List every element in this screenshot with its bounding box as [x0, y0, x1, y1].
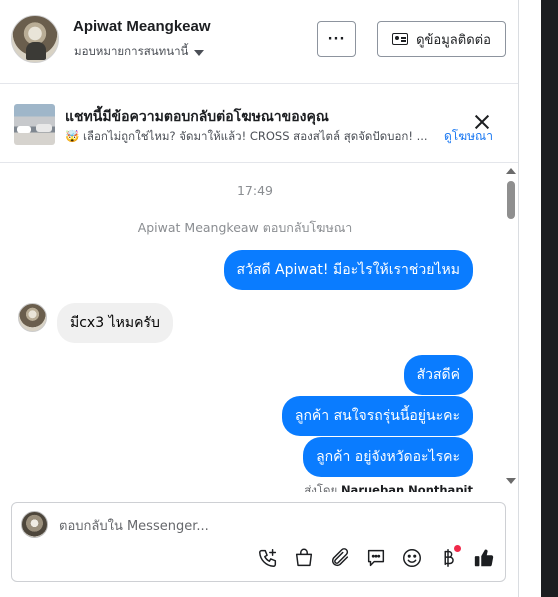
- assign-conversation-dropdown[interactable]: มอบหมายการสนทนานี้: [74, 43, 205, 61]
- more-options-button[interactable]: ···: [317, 21, 356, 57]
- reply-input[interactable]: [59, 516, 479, 536]
- notification-dot: [454, 545, 461, 552]
- avatar[interactable]: [11, 15, 59, 63]
- scroll-up-arrow-icon[interactable]: [506, 168, 516, 174]
- divider: [518, 0, 519, 597]
- background-edge: [541, 0, 558, 597]
- message-scrollbar[interactable]: [504, 168, 518, 490]
- ad-banner-title: แชทนี้มีข้อความตอบกลับต่อโฆษณาของคุณ: [65, 109, 329, 125]
- thumbs-up-icon[interactable]: [473, 547, 495, 569]
- avatar[interactable]: [18, 303, 47, 332]
- conversation-panel: Apiwat Meangkeaw มอบหมายการสนทนานี้ ··· …: [0, 0, 518, 597]
- sent-by-prefix: ส่งโดย: [304, 483, 338, 492]
- composer-toolbar: [257, 545, 495, 569]
- view-contact-button[interactable]: ดูข้อมูลติดต่อ: [377, 21, 506, 57]
- phone-plus-icon[interactable]: [257, 547, 279, 569]
- message-bubble-outgoing[interactable]: สัวสดีค่: [403, 355, 473, 395]
- baht-icon[interactable]: [437, 545, 461, 569]
- more-icon: ···: [327, 31, 346, 47]
- window-edge: [518, 0, 558, 597]
- sent-by-label: ส่งโดย Narueban Nonthapit: [304, 482, 473, 492]
- message-composer: [11, 502, 506, 582]
- message-list: 17:49 Apiwat Meangkeaw ตอบกลับโฆษณา สวัส…: [0, 164, 518, 492]
- ad-thumbnail[interactable]: [14, 104, 55, 145]
- message-bubble-outgoing[interactable]: สวัสดี Apiwat! มีอะไรให้เราช่วยไหม: [223, 250, 473, 290]
- caret-down-icon: [194, 49, 205, 56]
- view-ad-link[interactable]: ดูโฆษณา: [444, 127, 493, 146]
- sent-by-name: Narueban Nonthapit: [340, 483, 473, 492]
- paperclip-icon[interactable]: [329, 547, 351, 569]
- avatar: [21, 511, 48, 538]
- contact-card-icon: [392, 33, 409, 45]
- assign-label: มอบหมายการสนทนานี้: [74, 44, 189, 58]
- ad-banner-subtitle: 🤯 เลือกไม่ถูกใช่ไหม? จัดมาให้แล้ว! CROSS…: [65, 129, 428, 143]
- conversation-header: Apiwat Meangkeaw มอบหมายการสนทนานี้ ··· …: [0, 0, 518, 84]
- message-bubble-incoming[interactable]: มีcx3 ไหมครับ: [57, 303, 173, 343]
- message-bubble-outgoing[interactable]: ลูกค้า อยู่จังหวัดอะไรคะ: [303, 437, 473, 477]
- messenger-window: Apiwat Meangkeaw มอบหมายการสนทนานี้ ··· …: [0, 0, 558, 597]
- view-contact-label: ดูข้อมูลติดต่อ: [416, 32, 491, 48]
- smiley-icon[interactable]: [401, 547, 423, 569]
- shopping-bag-icon[interactable]: [293, 547, 315, 569]
- contact-name[interactable]: Apiwat Meangkeaw: [73, 18, 211, 35]
- scroll-down-arrow-icon[interactable]: [506, 478, 516, 484]
- scroll-thumb[interactable]: [507, 181, 515, 219]
- ad-reply-banner: แชทนี้มีข้อความตอบกลับต่อโฆษณาของคุณ 🤯 เ…: [0, 85, 518, 163]
- system-message: Apiwat Meangkeaw ตอบกลับโฆษณา: [137, 220, 353, 235]
- message-bubble-outgoing[interactable]: ลูกค้า สนใจรถรุ่นนี้อยู่นะคะ: [281, 396, 473, 436]
- chat-bubble-icon[interactable]: [365, 547, 387, 569]
- timestamp: 17:49: [236, 183, 274, 198]
